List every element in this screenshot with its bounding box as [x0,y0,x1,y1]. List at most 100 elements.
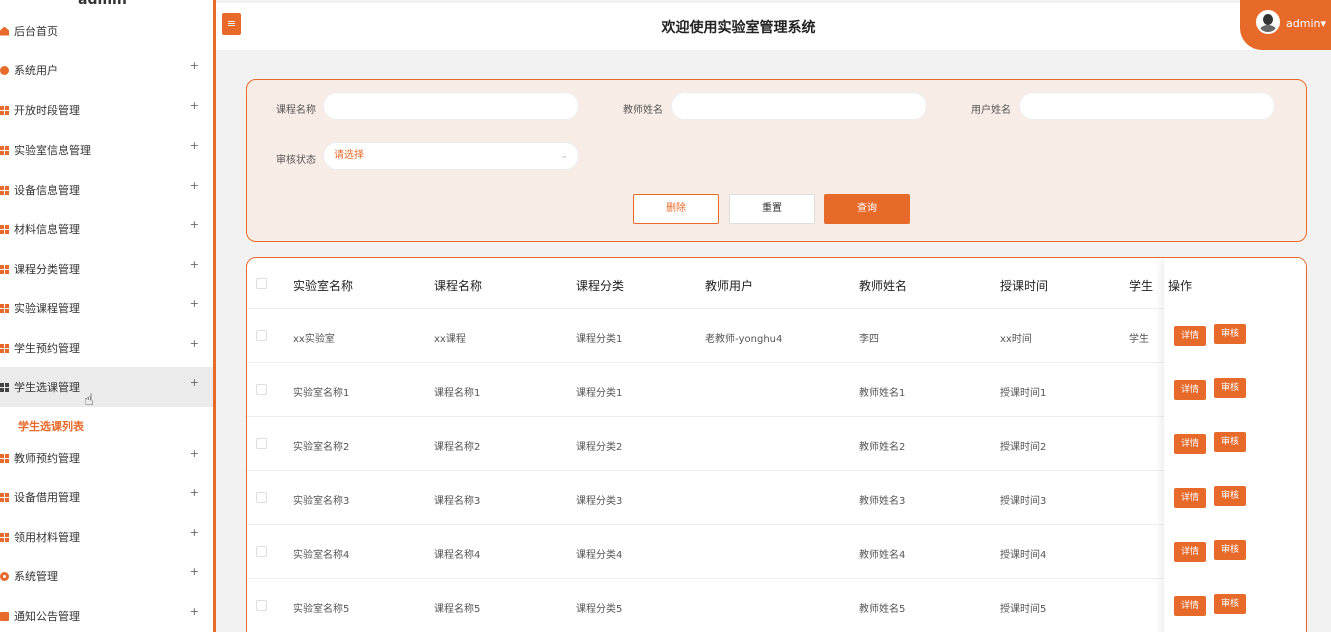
expand-icon[interactable]: + [190,297,199,310]
reset-button[interactable]: 重置 [729,194,815,224]
row-checkbox[interactable] [256,492,267,503]
detail-button[interactable]: 详情 [1174,326,1206,346]
audit-button[interactable]: 审核 [1214,378,1246,398]
sidebar-item-equipment-info[interactable]: 设备信息管理 + [0,170,213,210]
teacher-name-input[interactable] [671,92,927,120]
table-row[interactable]: 实验室名称1 课程名称1 课程分类1 教师姓名1 授课时间1 [247,363,1306,417]
expand-icon[interactable]: + [190,99,199,112]
row-checkbox[interactable] [256,600,267,611]
sidebar-item-student-booking[interactable]: 学生预约管理 + [0,328,213,368]
username-input[interactable] [1019,92,1275,120]
status-select-value: 请选择 [334,150,364,161]
cell-teach-time: xx时间 [1000,334,1032,345]
table-row[interactable]: 实验室名称5 课程名称5 课程分类5 教师姓名5 授课时间5 [247,579,1306,632]
sidebar-item-material-requisition[interactable]: 领用材料管理 + [0,517,213,557]
delete-button[interactable]: 删除 [633,194,719,224]
expand-icon[interactable]: + [190,486,199,499]
sidebar-item-equipment-borrow[interactable]: 设备借用管理 + [0,477,213,517]
sidebar: admin 后台首页 系统用户 + 开放时段管理 + 实验室信息管理 + 设备信… [0,0,213,632]
sidebar-subitem-course-selection-list[interactable]: 学生选课列表 [18,418,84,434]
detail-button[interactable]: 详情 [1174,596,1206,616]
sidebar-item-lab-info[interactable]: 实验室信息管理 + [0,130,213,170]
cell-course-name: 课程名称3 [434,496,481,507]
sidebar-item-material-info[interactable]: 材料信息管理 + [0,209,213,249]
table-row[interactable]: 实验室名称4 课程名称4 课程分类4 教师姓名4 授课时间4 [247,525,1306,579]
expand-icon[interactable]: + [190,447,199,460]
sidebar-item-system-management[interactable]: 系统管理 + [0,556,213,596]
grid-icon [0,105,9,115]
grid-icon [0,492,9,502]
course-name-label: 课程名称 [276,105,316,116]
course-name-input[interactable] [323,92,579,120]
table-row[interactable]: 实验室名称3 课程名称3 课程分类3 教师姓名3 授课时间3 [247,471,1306,525]
expand-icon[interactable]: + [190,179,199,192]
cell-student: 学生 [1129,334,1149,345]
column-header: 学生 [1129,279,1154,293]
audit-button[interactable]: 审核 [1214,594,1246,614]
detail-button[interactable]: 详情 [1174,380,1206,400]
audit-button[interactable]: 审核 [1214,324,1246,344]
expand-icon[interactable]: + [190,376,199,389]
sidebar-item-label: 学生选课管理 [14,381,80,394]
avatar [1256,10,1280,34]
sidebar-item-teacher-booking[interactable]: 教师预约管理 + [0,438,213,478]
row-checkbox[interactable] [256,438,267,449]
table-row[interactable]: xx实验室 xx课程 课程分类1 老教师-yonghu4 李四 xx时间 学生 [247,309,1306,363]
audit-button[interactable]: 审核 [1214,540,1246,560]
cell-teacher-name: 李四 [859,334,879,345]
gear-icon [0,571,9,581]
sidebar-item-course-category[interactable]: 课程分类管理 + [0,249,213,289]
cell-teacher-name: 教师姓名4 [859,550,906,561]
expand-icon[interactable]: + [190,218,199,231]
expand-icon[interactable]: + [190,337,199,350]
sidebar-item-home[interactable]: 后台首页 [0,11,213,51]
sidebar-item-lab-course[interactable]: 实验课程管理 + [0,288,213,328]
cell-teacher-name: 教师姓名2 [859,442,906,453]
select-all-checkbox[interactable] [256,278,267,289]
detail-button[interactable]: 详情 [1174,488,1206,508]
cell-teacher-user: 老教师-yonghu4 [705,334,783,345]
grid-icon [0,382,9,392]
sidebar-item-label: 学生预约管理 [14,342,80,355]
notice-icon [0,611,9,621]
page-title: 欢迎使用实验室管理系统 [661,20,816,36]
row-checkbox[interactable] [256,546,267,557]
cell-lab-name: 实验室名称5 [293,604,350,615]
cell-course-category: 课程分类1 [576,388,623,399]
teacher-name-label: 教师姓名 [623,105,663,116]
main-content: ≡ 欢迎使用实验室管理系统 admin▾ 课程名称 教师姓名 用户姓名 审核状态… [216,0,1331,632]
cell-teach-time: 授课时间2 [1000,442,1047,453]
row-checkbox[interactable] [256,384,267,395]
row-checkbox[interactable] [256,330,267,341]
grid-icon [0,185,9,195]
expand-icon[interactable]: + [190,565,199,578]
table-row[interactable]: 实验室名称2 课程名称2 课程分类2 教师姓名2 授课时间2 [247,417,1306,471]
status-label: 审核状态 [276,155,316,166]
expand-icon[interactable]: + [190,59,199,72]
cell-lab-name: xx实验室 [293,334,335,345]
detail-button[interactable]: 详情 [1174,542,1206,562]
expand-icon[interactable]: + [190,605,199,618]
sidebar-item-notice-management[interactable]: 通知公告管理 + [0,596,213,632]
audit-button[interactable]: 审核 [1214,432,1246,452]
cell-course-name: 课程名称5 [434,604,481,615]
expand-icon[interactable]: + [190,526,199,539]
chevron-down-icon: ▾ [1320,17,1326,30]
cell-course-category: 课程分类4 [576,550,623,561]
expand-icon[interactable]: + [190,258,199,271]
sidebar-item-student-course-selection[interactable]: 学生选课管理 + [0,367,213,407]
audit-button[interactable]: 审核 [1214,486,1246,506]
cell-course-category: 课程分类3 [576,496,623,507]
cell-course-category: 课程分类2 [576,442,623,453]
grid-icon [0,532,9,542]
user-menu[interactable]: admin▾ [1240,0,1331,50]
sidebar-item-label: 实验课程管理 [14,302,80,315]
expand-icon[interactable]: + [190,139,199,152]
status-select[interactable]: 请选择 ⌄ [323,142,579,170]
sidebar-item-open-slots[interactable]: 开放时段管理 + [0,90,213,130]
cell-course-name: xx课程 [434,334,466,345]
query-button[interactable]: 查询 [824,194,910,224]
sidebar-item-system-users[interactable]: 系统用户 + [0,50,213,90]
detail-button[interactable]: 详情 [1174,434,1206,454]
column-header: 授课时间 [1000,279,1049,293]
